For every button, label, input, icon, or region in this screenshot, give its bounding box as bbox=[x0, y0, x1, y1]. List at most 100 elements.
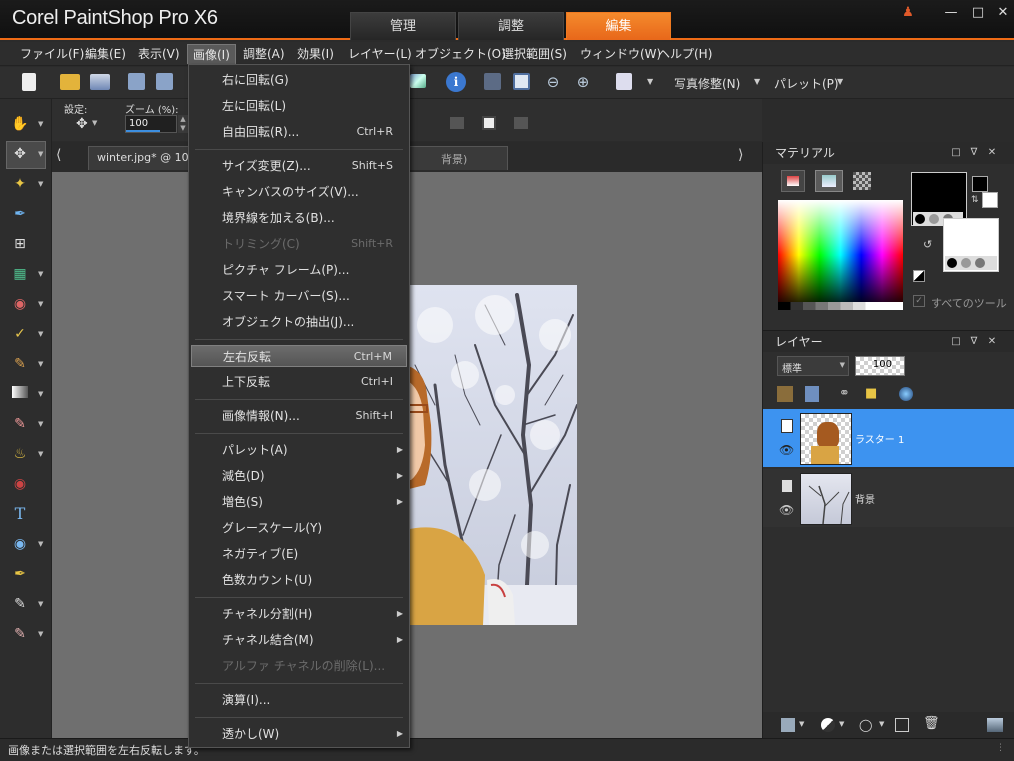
fit-icon[interactable] bbox=[482, 116, 496, 130]
save-as-icon[interactable] bbox=[156, 73, 173, 90]
chevron-down-icon[interactable]: ▼ bbox=[38, 601, 44, 608]
align-icon[interactable] bbox=[450, 117, 464, 129]
menu-edit[interactable]: 編集(E) bbox=[80, 44, 131, 64]
menu-combine-channel[interactable]: チャネル結合(M) ▶ bbox=[191, 629, 407, 651]
background-style-buttons[interactable] bbox=[945, 256, 997, 270]
panel-menu-icon[interactable]: □ bbox=[949, 142, 963, 164]
menu-rotate-left[interactable]: 左に回転(L) bbox=[191, 95, 407, 117]
grayscale-strip[interactable] bbox=[778, 302, 903, 310]
minimize-button[interactable]: — bbox=[940, 4, 962, 22]
lock-icon[interactable]: ■ bbox=[865, 386, 877, 401]
crop-icon[interactable]: ⊞ bbox=[10, 234, 30, 254]
swatches-tab-icon[interactable] bbox=[853, 172, 871, 190]
layer-style-icon[interactable] bbox=[805, 386, 819, 402]
info-icon[interactable]: i bbox=[446, 72, 466, 92]
chevron-down-icon[interactable]: ▼ bbox=[38, 301, 44, 308]
all-tools-checkbox[interactable]: ✓ bbox=[913, 295, 925, 307]
adjustment-layer-icon[interactable] bbox=[821, 718, 835, 732]
chevron-down-icon[interactable]: ▼ bbox=[647, 77, 653, 86]
chevron-down-icon[interactable]: ▼ bbox=[754, 77, 760, 86]
menu-adjust[interactable]: 調整(A) bbox=[238, 44, 290, 64]
mini-background-swatch[interactable] bbox=[982, 192, 998, 208]
preset-shape-icon[interactable]: ◉ bbox=[10, 534, 30, 554]
chevron-down-icon[interactable]: ▼ bbox=[879, 720, 884, 728]
chevron-down-icon[interactable]: ▼ bbox=[38, 391, 44, 398]
swap-small-icon[interactable]: ⇅ bbox=[971, 195, 979, 205]
menu-greyscale[interactable]: グレースケール(Y) bbox=[191, 517, 407, 539]
copy-icon[interactable] bbox=[616, 73, 632, 90]
chevron-down-icon[interactable]: ▼ bbox=[38, 331, 44, 338]
fit-window-icon[interactable] bbox=[513, 73, 530, 90]
visibility-eye-icon[interactable]: 👁 bbox=[779, 443, 794, 457]
menu-picture-frame[interactable]: ピクチャ フレーム(P)... bbox=[191, 259, 407, 281]
menu-file[interactable]: ファイル(F) bbox=[15, 44, 89, 64]
menu-objects[interactable]: オブジェクト(O) bbox=[410, 44, 511, 64]
palette-menu[interactable]: パレット(P) bbox=[774, 75, 839, 92]
resize-grip-icon[interactable]: ⋮ bbox=[996, 743, 1005, 753]
mini-foreground-swatch[interactable] bbox=[972, 176, 988, 192]
menu-layers[interactable]: レイヤー(L) bbox=[343, 44, 417, 64]
menu-help[interactable]: ヘルプ(H) bbox=[653, 44, 717, 64]
straighten-icon[interactable]: ▦ bbox=[10, 264, 30, 284]
layer-mask-icon[interactable] bbox=[781, 419, 793, 433]
reset-colors-icon[interactable] bbox=[913, 270, 925, 282]
menu-arithmetic[interactable]: 演算(I)... bbox=[191, 689, 407, 711]
document-image[interactable] bbox=[405, 285, 577, 625]
chevron-down-icon[interactable]: ▼ bbox=[38, 631, 44, 638]
menu-effects[interactable]: 効果(I) bbox=[292, 44, 339, 64]
menu-resize[interactable]: サイズ変更(Z)... Shift+S bbox=[191, 155, 407, 177]
swap-colors-icon[interactable]: ↺ bbox=[923, 238, 932, 251]
frame-tab-icon[interactable] bbox=[781, 170, 805, 192]
move-preset-icon[interactable]: ✥ bbox=[76, 116, 88, 132]
pan-tool-icon[interactable]: ✋ bbox=[10, 114, 30, 134]
layer-row-background[interactable]: 👁 背景 bbox=[763, 469, 1014, 527]
chevron-down-icon[interactable]: ▼ bbox=[837, 77, 843, 86]
visibility-eye-icon[interactable]: 👁 bbox=[779, 503, 794, 517]
scroll-left-icon[interactable]: ⟨ bbox=[56, 147, 61, 163]
close-button[interactable]: ✕ bbox=[992, 4, 1014, 22]
magic-wand-icon[interactable]: ✦ bbox=[10, 174, 30, 194]
panel-close-icon[interactable]: ✕ bbox=[985, 142, 999, 164]
chevron-down-icon[interactable]: ▼ bbox=[92, 119, 97, 127]
smudge-icon[interactable]: ✎ bbox=[10, 594, 30, 614]
gradient-icon[interactable] bbox=[10, 384, 30, 404]
layer-name[interactable]: ラスター 1 bbox=[855, 431, 904, 446]
menu-view[interactable]: 表示(V) bbox=[133, 44, 185, 64]
actual-size-icon[interactable] bbox=[514, 117, 528, 129]
layer-effects-icon[interactable] bbox=[899, 387, 913, 401]
maximize-button[interactable]: □ bbox=[967, 4, 989, 22]
retouch-icon[interactable]: ✎ bbox=[10, 624, 30, 644]
color-picker-rainbow[interactable] bbox=[778, 200, 903, 310]
pen-tool-icon[interactable]: ✒ bbox=[10, 564, 30, 584]
mask-icon[interactable]: ◯ bbox=[859, 718, 872, 732]
pin-icon[interactable]: ∇ bbox=[967, 331, 981, 353]
text-tool-icon[interactable]: T bbox=[10, 504, 30, 524]
chevron-down-icon[interactable]: ▼ bbox=[38, 421, 44, 428]
eraser-icon[interactable]: ✎ bbox=[10, 414, 30, 434]
scan-icon[interactable] bbox=[90, 74, 110, 90]
chevron-down-icon[interactable]: ▼ bbox=[38, 121, 44, 128]
chevron-down-icon[interactable]: ▼ bbox=[38, 151, 44, 158]
blend-mode-select[interactable]: 標準 ▼ bbox=[777, 356, 849, 376]
layer-row-raster1[interactable]: 👁 ラスター 1 bbox=[763, 409, 1014, 467]
browse-icon[interactable] bbox=[410, 74, 426, 88]
pin-icon[interactable]: ∇ bbox=[967, 142, 981, 164]
rainbow-tab-icon[interactable] bbox=[815, 170, 843, 192]
dropper-icon[interactable]: ✒ bbox=[10, 204, 30, 224]
menu-negative[interactable]: ネガティブ(E) bbox=[191, 543, 407, 565]
tab-adjust[interactable]: 調整 bbox=[458, 12, 564, 40]
menu-increase-colors[interactable]: 増色(S) ▶ bbox=[191, 491, 407, 513]
new-raster-layer-icon[interactable] bbox=[781, 718, 795, 732]
menu-canvas-size[interactable]: キャンバスのサイズ(V)... bbox=[191, 181, 407, 203]
zoom-out-icon[interactable]: ⊖ bbox=[543, 73, 563, 93]
menu-count-colors[interactable]: 色数カウント(U) bbox=[191, 569, 407, 591]
flood-fill-icon[interactable]: ♨ bbox=[10, 444, 30, 464]
makeover-icon[interactable]: ✓ bbox=[10, 324, 30, 344]
new-file-icon[interactable] bbox=[22, 73, 36, 91]
menu-decrease-colors[interactable]: 減色(D) ▶ bbox=[191, 465, 407, 487]
zoom-in-icon[interactable]: ⊕ bbox=[573, 73, 593, 93]
panel-menu-icon[interactable]: □ bbox=[949, 331, 963, 353]
menu-palette[interactable]: パレット(A) ▶ bbox=[191, 439, 407, 461]
chevron-down-icon[interactable]: ▼ bbox=[38, 181, 44, 188]
paint-brush-icon[interactable]: ✎ bbox=[10, 354, 30, 374]
